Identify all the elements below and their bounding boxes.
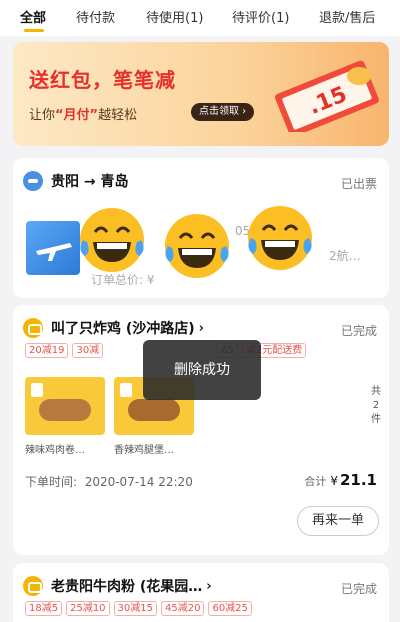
shop-name[interactable]: 老贵阳牛肉粉 (花果园… [51,576,202,596]
discount-badge: 30减 [72,343,104,358]
laughing-emoji-icon [248,206,312,270]
tab-refund[interactable]: 退款/售后 [319,7,375,26]
goods-name: 香辣鸡腿堡… [114,445,174,456]
flight-logo-icon [23,171,43,191]
banner-claim-button[interactable]: 点击领取 › [191,103,255,121]
coupon-ticket-icon: .15 [275,60,379,132]
order-time: 下单时间: 2020-07-14 22:20 [25,475,193,489]
laughing-emoji-icon [165,214,229,278]
goods-name: 辣味鸡肉卷… [25,445,85,456]
chevron-right-icon: › [206,578,212,594]
shop-name[interactable]: 叫了只炸鸡 (沙冲路店) [51,318,195,338]
flight-info-line: 2航… [329,249,361,263]
chevron-right-icon: › [198,320,205,336]
order-status: 已完成 [340,582,377,596]
order-status: 已完成 [340,324,377,338]
toast-message: 删除成功 [143,340,261,400]
discount-badge: 60减25 [208,601,252,616]
active-tab-indicator [24,29,44,32]
reorder-button[interactable]: 再来一单 [297,506,379,536]
goods-item[interactable]: 辣味鸡肉卷… [25,377,105,456]
discount-badge: 45减20 [161,601,205,616]
order-status: 已出票 [340,177,377,191]
tab-pending-payment[interactable]: 待付款 [76,7,115,26]
promo-banner[interactable]: 送红包，笔笔减 让你“月付”越轻松 点击领取 › .15 [13,42,389,146]
order-tabs: 全部 待付款 待使用(1) 待评价(1) 退款/售后 [0,0,400,36]
goods-image [25,377,105,435]
goods-count: 共 2 件 [371,386,381,425]
tab-all[interactable]: 全部 [20,7,46,26]
airplane-icon [26,221,80,275]
discount-badge: 20减19 [25,343,69,358]
discount-badge: 18减5 [25,601,63,616]
tab-pending-use[interactable]: 待使用(1) [146,7,203,26]
flight-route: 贵阳 → 青岛 [51,174,129,190]
store-logo-icon [23,318,43,338]
laughing-emoji-icon [80,208,144,272]
banner-subtitle: 让你“月付”越轻松 [29,108,138,123]
order-total: 合计 ¥21.1 [304,471,377,489]
store-logo-icon [23,576,43,596]
discount-badge: 25减10 [66,601,110,616]
tab-pending-review[interactable]: 待评价(1) [232,7,289,26]
banner-title: 送红包，笔笔减 [29,68,176,92]
noodle-order-card[interactable]: 老贵阳牛肉粉 (花果园… › 已完成 18减5 25减10 30减15 45减2… [13,563,389,622]
discount-badges: 18减5 25减10 30减15 45减20 60减25 [25,601,252,616]
discount-badge: 30减15 [113,601,157,616]
